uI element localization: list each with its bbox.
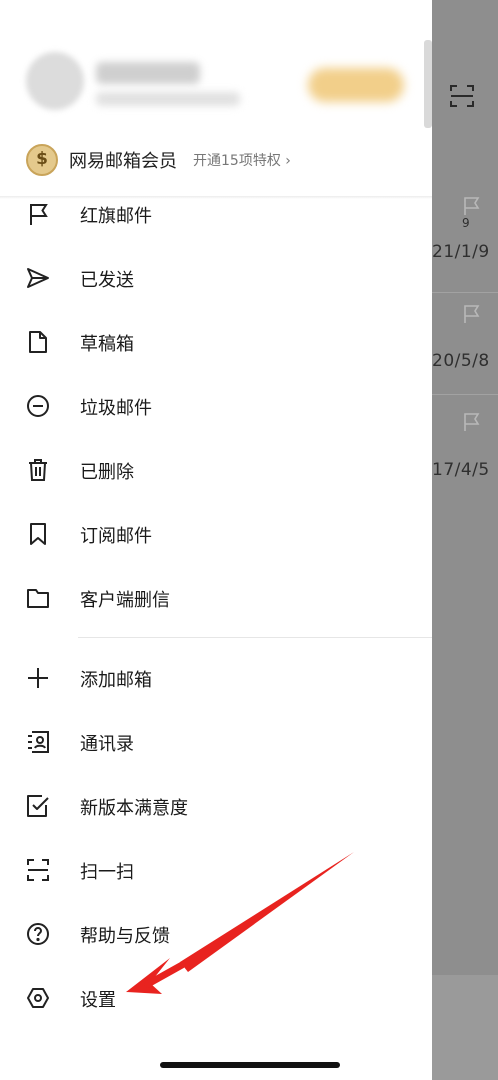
help-icon [26,922,50,946]
menu-item-label: 帮助与反馈 [80,926,170,947]
menu-item-drafts[interactable]: 草稿箱 [0,310,432,374]
menu-item-contacts[interactable]: 通讯录 [0,710,432,774]
menu-item-label: 扫一扫 [80,862,134,883]
trash-icon [26,458,50,482]
menu-item-client-deleted[interactable]: 客户端删信 [0,566,432,630]
mail-date: 21/1/9 [432,242,490,262]
flag-icon [462,196,484,216]
list-item[interactable]: 17/4/5 [432,408,498,488]
scan-icon [26,858,50,882]
dimmed-mail-list[interactable] [432,0,498,1080]
list-item[interactable]: 9 21/1/9 [432,190,498,262]
settings-icon [26,986,50,1010]
divider [432,394,498,395]
vip-title: 网易邮箱会员 [69,151,177,172]
unread-count: 9 [462,216,470,230]
flag-icon [462,412,484,432]
menu-item-label: 客户端删信 [80,590,170,611]
draft-icon [26,330,50,354]
spam-icon [26,394,50,418]
scan-icon[interactable] [449,84,475,108]
account-name-blurred [96,62,200,84]
menu-item-flagged[interactable]: 红旗邮件 [0,182,432,246]
menu-item-label: 设置 [80,990,116,1011]
checkbox-icon [26,794,50,818]
home-indicator[interactable] [160,1062,340,1068]
plus-icon [26,666,50,690]
flag-icon [26,202,50,226]
divider [78,637,432,638]
divider [432,292,498,293]
menu-item-label: 草稿箱 [80,334,134,355]
send-icon [26,266,50,290]
menu-item-subscriptions[interactable]: 订阅邮件 [0,502,432,566]
menu-item-label: 已删除 [80,462,134,483]
menu-item-label: 通讯录 [80,734,134,755]
menu-item-settings[interactable]: 设置 [0,966,432,1030]
list-item[interactable]: 20/5/8 [432,298,498,378]
menu-item-add-mailbox[interactable]: 添加邮箱 [0,646,432,710]
folder-icon [26,586,50,610]
bookmark-icon [26,522,50,546]
menu-item-sent[interactable]: 已发送 [0,246,432,310]
menu-item-label: 已发送 [80,270,134,291]
menu-item-label: 订阅邮件 [80,526,152,547]
menu-item-scan[interactable]: 扫一扫 [0,838,432,902]
menu-item-spam[interactable]: 垃圾邮件 [0,374,432,438]
menu-item-label: 新版本满意度 [80,798,188,819]
menu-item-satisfaction[interactable]: 新版本满意度 [0,774,432,838]
avatar[interactable] [26,52,84,110]
contacts-icon [26,730,50,754]
mail-date: 17/4/5 [432,460,490,480]
vip-badge-blurred[interactable] [308,68,404,102]
account-email-blurred [96,92,240,106]
menu-item-label: 垃圾邮件 [80,398,152,419]
flag-icon [462,304,484,324]
mail-date: 20/5/8 [432,351,490,371]
menu-item-deleted[interactable]: 已删除 [0,438,432,502]
navigation-drawer: $ 网易邮箱会员 开通15项特权 › 红旗邮件 已发送 草稿箱 垃圾邮件 已删除 [0,0,432,1080]
drawer-edge [424,40,432,128]
coin-icon: $ [26,144,58,176]
bottom-bar-shade [432,975,498,1080]
vip-subtitle: 开通15项特权 › [193,153,291,169]
menu-item-label: 添加邮箱 [80,670,152,691]
menu-item-label: 红旗邮件 [80,206,152,227]
menu-item-help[interactable]: 帮助与反馈 [0,902,432,966]
